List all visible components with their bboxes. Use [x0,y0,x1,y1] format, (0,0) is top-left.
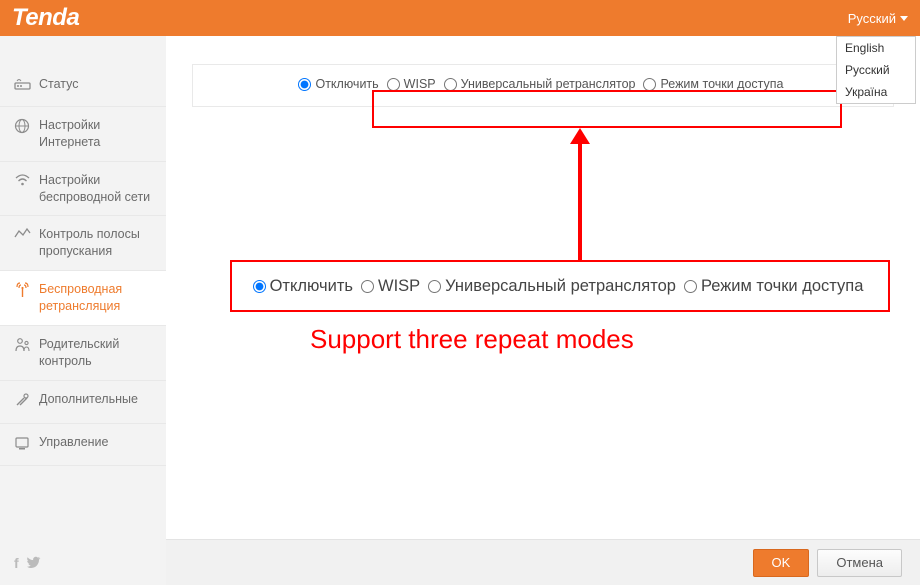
parental-icon [14,337,31,358]
sidebar-item-management[interactable]: Управление [0,424,166,467]
antenna-icon [14,282,31,303]
language-option[interactable]: Русский [837,59,915,81]
sidebar: Статус Настройки Интернета Настройки бес… [0,36,166,585]
radio-input[interactable] [643,78,656,91]
language-selector[interactable]: Русский [848,11,908,26]
cancel-button[interactable]: Отмена [817,549,902,577]
radio-label: Универсальный ретранслятор [461,77,636,91]
mode-option-universal[interactable]: Универсальный ретранслятор [444,77,636,91]
header: Tenda Русский [0,0,920,36]
radio-input[interactable] [298,78,311,91]
manage-icon [14,435,31,456]
language-current: Русский [848,11,896,26]
radio-input[interactable] [387,78,400,91]
mode-option-ap[interactable]: Режим точки доступа [643,77,783,91]
sidebar-item-status[interactable]: Статус [0,66,166,107]
bandwidth-icon [14,227,31,246]
sidebar-item-label: Беспроводная ретрансляция [39,281,156,315]
sidebar-item-label: Дополнительные [39,391,138,408]
sidebar-item-advanced[interactable]: Дополнительные [0,381,166,424]
wifi-icon [14,173,31,192]
sidebar-item-parental[interactable]: Родительский контроль [0,326,166,381]
sidebar-item-bandwidth[interactable]: Контроль полосы пропускания [0,216,166,271]
sidebar-item-label: Статус [39,76,79,93]
annotation-arrow [560,128,600,266]
twitter-icon[interactable] [27,555,41,571]
language-option[interactable]: Україна [837,81,915,103]
facebook-icon[interactable]: f [14,555,19,571]
sidebar-item-label: Управление [39,434,109,451]
mode-option-disable[interactable]: Отключить [298,77,378,91]
sidebar-item-wireless[interactable]: Настройки беспроводной сети [0,162,166,217]
sidebar-item-label: Родительский контроль [39,336,156,370]
radio-input[interactable] [444,78,457,91]
sidebar-item-label: Настройки Интернета [39,117,156,151]
sidebar-item-label: Настройки беспроводной сети [39,172,156,206]
sidebar-item-repeater[interactable]: Беспроводная ретрансляция [0,271,166,326]
annotation-text: Support three repeat modes [310,324,634,355]
radio-label: Отключить [315,77,378,91]
sidebar-item-internet[interactable]: Настройки Интернета [0,107,166,162]
annotation-highlight-large [230,260,890,312]
sidebar-item-label: Контроль полосы пропускания [39,226,156,260]
globe-icon [14,118,31,139]
mode-radio-group: Отключить WISP Универсальный ретранслято… [298,77,787,91]
social-links: f [0,547,166,585]
ok-button[interactable]: OK [753,549,810,577]
status-icon [14,77,31,96]
radio-label: Режим точки доступа [660,77,783,91]
chevron-down-icon [900,16,908,21]
mode-option-wisp[interactable]: WISP [387,77,436,91]
language-option[interactable]: English [837,37,915,59]
brand-logo: Tenda [12,4,79,32]
radio-label: WISP [404,77,436,91]
language-dropdown: English Русский Україна [836,36,916,104]
footer-bar: OK Отмена [166,539,920,585]
tools-icon [14,392,31,413]
annotation-highlight-small [372,90,842,128]
